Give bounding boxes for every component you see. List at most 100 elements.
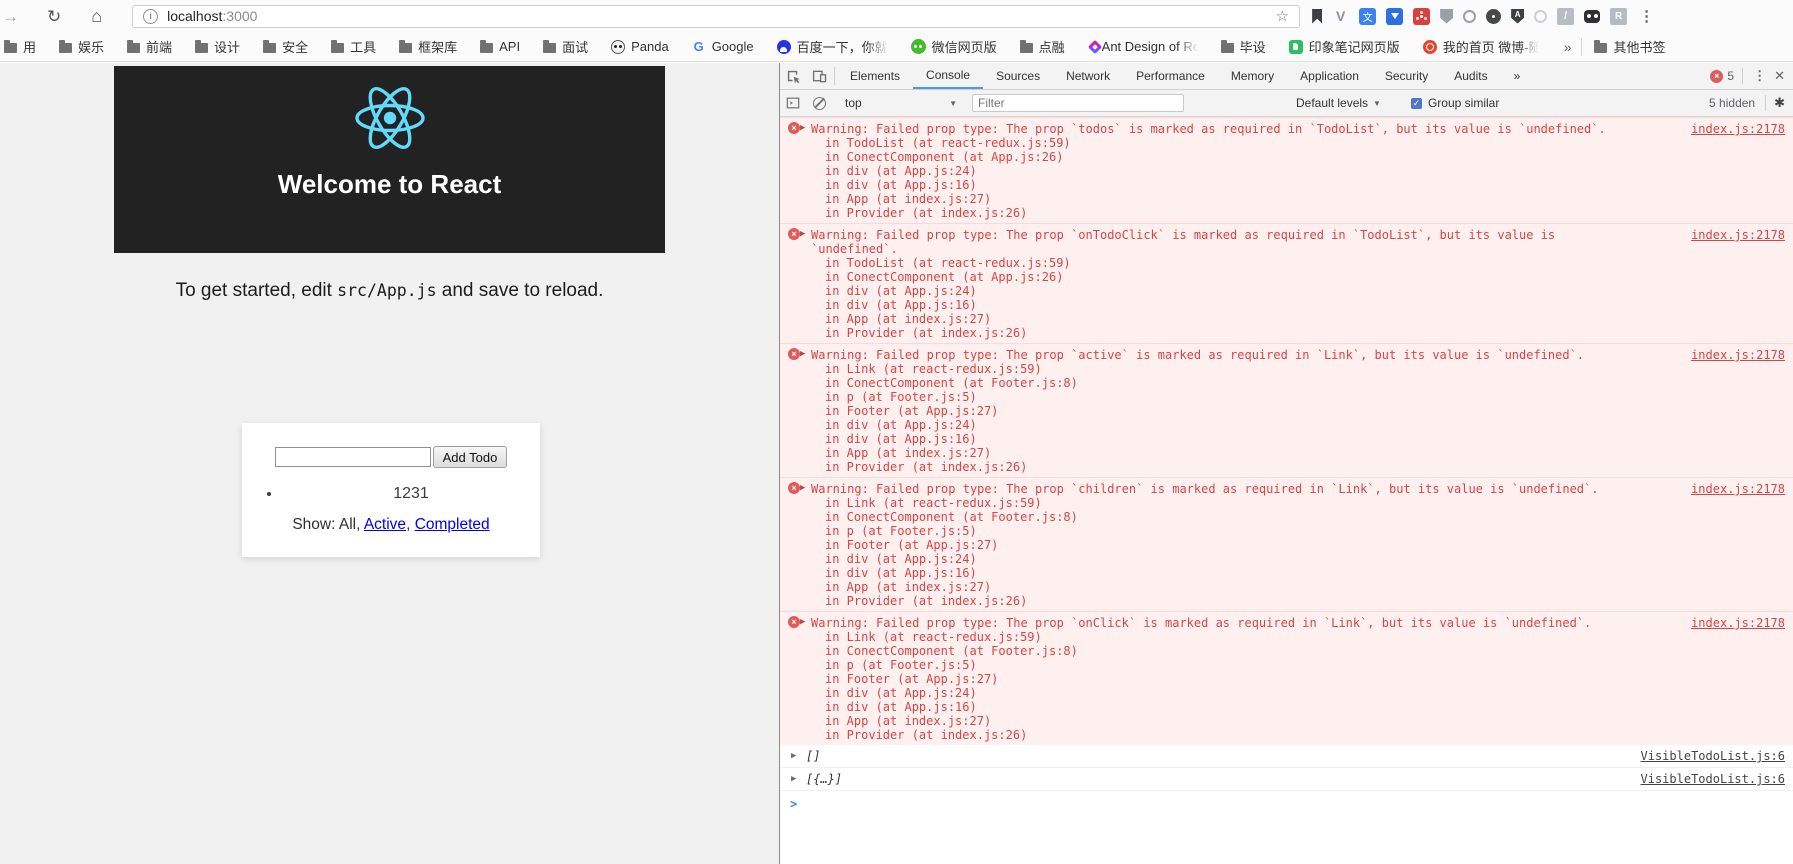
source-link[interactable]: index.js:2178 xyxy=(1691,348,1785,362)
device-toolbar-icon[interactable] xyxy=(806,63,832,89)
tab-application[interactable]: Application xyxy=(1287,63,1372,89)
expand-triangle-icon[interactable] xyxy=(800,227,805,241)
tab-audits[interactable]: Audits xyxy=(1441,63,1500,89)
todo-widget: Add Todo 1231 Show: All, Active, Complet… xyxy=(242,423,540,557)
stripes-icon[interactable] xyxy=(1557,8,1574,25)
stack-frame: in Link (at react-redux.js:59) xyxy=(811,362,1643,376)
bookmark-item[interactable]: 安全 xyxy=(263,37,308,56)
bookmark-item[interactable]: 框架库 xyxy=(399,37,457,56)
todo-input[interactable] xyxy=(275,447,431,467)
expand-triangle-icon[interactable] xyxy=(791,772,796,786)
devtools-menu-icon[interactable]: ⋮ xyxy=(1745,68,1774,84)
tab-network[interactable]: Network xyxy=(1053,63,1123,89)
bookmark-star-icon[interactable]: ☆ xyxy=(1276,7,1289,25)
add-todo-button[interactable]: Add Todo xyxy=(433,446,508,468)
bookmark-item[interactable]: Google xyxy=(692,39,754,54)
source-link[interactable]: index.js:2178 xyxy=(1691,482,1785,496)
dark-glasses-icon[interactable] xyxy=(1584,10,1600,23)
bookmark-item[interactable]: 点融 xyxy=(1020,37,1065,56)
bookmark-item[interactable]: 毕设 xyxy=(1221,37,1266,56)
console-log-row: VisibleTodoList.js:6 [{…}] xyxy=(780,768,1793,791)
bookmark-item[interactable]: 百度一下，你就 xyxy=(777,37,888,56)
other-bookmarks-button[interactable]: 其他书签 xyxy=(1594,37,1665,56)
weibo-icon xyxy=(1423,40,1437,54)
devtools-panel: ElementsConsoleSourcesNetworkPerformance… xyxy=(779,63,1793,864)
red-grid-icon[interactable] xyxy=(1413,8,1430,25)
url-bar[interactable]: localhost :3000 ☆ xyxy=(132,5,1300,28)
tab-security[interactable]: Security xyxy=(1372,63,1441,89)
toolbar-divider xyxy=(1765,95,1766,111)
source-link[interactable]: index.js:2178 xyxy=(1691,616,1785,630)
log-levels-dropdown[interactable]: Default levels ▼ xyxy=(1296,96,1381,110)
bookmark-item[interactable]: Ant Design of Re xyxy=(1088,39,1198,54)
refresh-icon[interactable]: ↻ xyxy=(47,8,61,25)
source-link[interactable]: index.js:2178 xyxy=(1691,228,1785,242)
tab-memory[interactable]: Memory xyxy=(1218,63,1287,89)
warning-message: Warning: Failed prop type: The prop `onC… xyxy=(811,616,1643,630)
bookmark-item[interactable]: 设计 xyxy=(195,37,240,56)
console-settings-icon[interactable]: ✱ xyxy=(1774,95,1785,111)
stack-frame: in ConectComponent (at App.js:26) xyxy=(811,150,1643,164)
expand-triangle-icon[interactable] xyxy=(800,121,805,135)
bookmark-item[interactable]: 我的首页 微博-随 xyxy=(1423,37,1539,56)
bookmark-item[interactable]: 微信网页版 xyxy=(911,37,997,56)
vue-icon[interactable] xyxy=(1332,8,1349,25)
warning-body: Warning: Failed prop type: The prop `act… xyxy=(811,348,1643,474)
clear-console-icon[interactable] xyxy=(806,97,832,110)
console-toolbar: top ▼ Default levels ▼ Group similar 5 h… xyxy=(780,90,1793,117)
bookmark-label: Ant Design of Re xyxy=(1102,39,1198,54)
context-value: top xyxy=(845,96,862,110)
home-icon[interactable]: ⌂ xyxy=(91,7,102,25)
bookmark-item[interactable]: 印象笔记网页版 xyxy=(1289,37,1400,56)
adguard-icon[interactable] xyxy=(1511,9,1524,24)
bookmarks-overflow-icon[interactable]: » xyxy=(1564,39,1572,55)
stack-frame: in Provider (at index.js:26) xyxy=(811,728,1643,742)
browser-menu-icon[interactable]: ⋮ xyxy=(1639,7,1654,25)
bookmark-item[interactable]: API xyxy=(480,39,520,54)
devtools-tab-bar: ElementsConsoleSourcesNetworkPerformance… xyxy=(780,63,1793,90)
bookmark-item[interactable]: 用 xyxy=(4,37,36,56)
bookmark-item[interactable]: Panda xyxy=(611,39,669,54)
source-link[interactable]: index.js:2178 xyxy=(1691,122,1785,136)
console-sidebar-icon[interactable] xyxy=(780,96,806,110)
shield-icon[interactable] xyxy=(1440,9,1453,24)
expand-triangle-icon[interactable] xyxy=(791,749,796,763)
filter-link-completed[interactable]: Completed xyxy=(415,516,490,533)
url-port: :3000 xyxy=(222,8,257,24)
forward-icon[interactable]: → xyxy=(2,8,19,25)
translate-icon[interactable] xyxy=(1359,8,1376,25)
context-selector[interactable]: top ▼ xyxy=(845,96,957,110)
console-filter-input[interactable] xyxy=(972,94,1184,112)
console-prompt[interactable]: > xyxy=(780,791,1793,811)
tab-console[interactable]: Console xyxy=(913,63,983,89)
devtools-tabbar-right: × 5 ⋮ ✕ xyxy=(1710,63,1793,89)
expand-triangle-icon[interactable] xyxy=(800,481,805,495)
bookmark-ribbon-icon[interactable] xyxy=(1312,9,1322,24)
source-link[interactable]: VisibleTodoList.js:6 xyxy=(1641,749,1786,763)
evernote-ext-icon[interactable] xyxy=(1486,9,1501,24)
page-info-icon[interactable] xyxy=(143,9,158,24)
ring-icon[interactable] xyxy=(1463,10,1476,23)
inspect-element-icon[interactable] xyxy=(780,63,806,89)
browser-window: → ↻ ⌂ localhost :3000 ☆ ⋮ 用 娱乐 前端 设计 安全 … xyxy=(0,0,1793,864)
bookmark-item[interactable]: 娱乐 xyxy=(59,37,104,56)
bookmark-item[interactable]: 面试 xyxy=(543,37,588,56)
source-link[interactable]: VisibleTodoList.js:6 xyxy=(1641,772,1786,786)
blue-download-icon[interactable] xyxy=(1386,8,1403,25)
devtools-close-icon[interactable]: ✕ xyxy=(1774,68,1789,84)
console-warning-row: index.js:2178 Warning: Failed prop type:… xyxy=(780,117,1793,223)
bookmark-item[interactable]: 工具 xyxy=(331,37,376,56)
tab-sources[interactable]: Sources xyxy=(983,63,1053,89)
tab-elements[interactable]: Elements xyxy=(837,63,913,89)
tab-performance[interactable]: Performance xyxy=(1123,63,1218,89)
group-similar-checkbox[interactable] xyxy=(1411,98,1422,109)
expand-triangle-icon[interactable] xyxy=(800,615,805,629)
r-square-icon[interactable] xyxy=(1610,8,1627,25)
stack-frame: in div (at App.js:24) xyxy=(811,418,1643,432)
tabs-overflow-icon[interactable]: » xyxy=(1501,63,1534,89)
filter-link-active[interactable]: Active xyxy=(364,516,406,533)
bookmark-item[interactable]: 前端 xyxy=(127,37,172,56)
expand-triangle-icon[interactable] xyxy=(800,347,805,361)
todo-item[interactable]: 1231 xyxy=(282,485,540,503)
ring-light-icon[interactable] xyxy=(1534,10,1547,23)
